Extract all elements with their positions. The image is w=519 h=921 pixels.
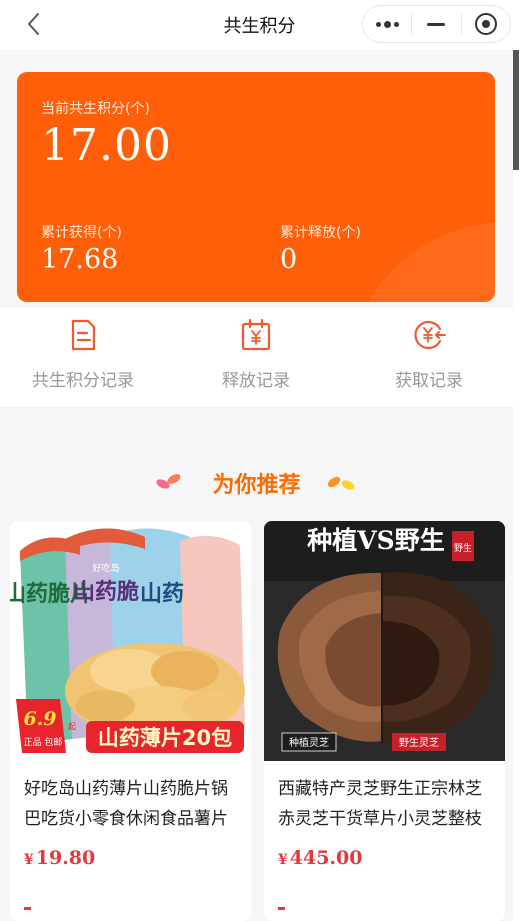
points-record-label: 共生积分记录 — [32, 371, 134, 391]
image-label-right: 野生灵芝 — [399, 736, 439, 749]
product-name: 好吃岛山药薄片山药脆片锅巴吃货小零食休闲食品薯片 — [24, 779, 228, 829]
minus-icon — [427, 22, 446, 26]
badge-sub: 正品 包邮 — [24, 736, 63, 748]
document-icon — [71, 319, 96, 351]
earned-points-value: 17.68 — [41, 244, 119, 275]
image-headline: 种植VS野生 — [307, 526, 444, 555]
points-card: 当前共生积分(个) 17.00 累计获得(个) 17.68 累计释放(个) 0 — [17, 72, 495, 302]
price-underline — [278, 907, 285, 910]
bag-text: 山药脆 — [73, 579, 139, 605]
product-card[interactable]: 山药脆片 山药脆 山药 好吃岛 6.9 起 正品 包邮 山药薄片20包 好吃岛山… — [10, 521, 251, 921]
top-nav-bar: 共生积分 — [0, 0, 519, 50]
badge-price: 6.9 — [23, 708, 56, 730]
yen-coin-arrow-icon — [414, 320, 446, 350]
points-record-shortcut[interactable]: 共生积分记录 — [0, 318, 168, 391]
card-decoration — [347, 222, 495, 302]
recommend-header: 为你推荐 — [0, 455, 513, 507]
price-underline — [24, 907, 31, 910]
minimize-button[interactable] — [412, 6, 460, 42]
product-image-lingzhi: 种植VS野生 野生 种植灵芝 野生灵芝 — [264, 521, 505, 761]
price-value: 19.80 — [35, 847, 96, 869]
badge-unit: 起 — [68, 722, 76, 731]
mini-program-capsule — [362, 5, 511, 43]
more-dots-icon — [375, 20, 399, 28]
recommend-title: 为你推荐 — [212, 473, 301, 498]
currency-symbol: ¥ — [24, 852, 34, 868]
adjacent-page-edge — [513, 50, 519, 921]
earn-record-shortcut[interactable]: 获取记录 — [344, 318, 514, 391]
product-image-yam-chips: 山药脆片 山药脆 山药 好吃岛 6.9 起 正品 包邮 山药薄片20包 — [10, 521, 251, 761]
earn-record-label: 获取记录 — [395, 371, 463, 391]
banner-text: 山药薄片20包 — [98, 726, 232, 750]
product-card[interactable]: 种植VS野生 野生 种植灵芝 野生灵芝 西藏特产灵芝野生正宗林芝赤灵芝干货草片小… — [264, 521, 505, 921]
current-points-label: 当前共生积分(个) — [41, 101, 150, 117]
corner-tag: 野生 — [454, 542, 472, 554]
currency-symbol: ¥ — [278, 852, 288, 868]
released-points-value: 0 — [280, 244, 298, 275]
current-points-value: 17.00 — [41, 120, 172, 171]
target-icon — [474, 13, 497, 35]
bag-text: 山药 — [140, 582, 184, 607]
earned-points-label: 累计获得(个) — [41, 225, 122, 241]
released-points-label: 累计释放(个) — [280, 225, 361, 241]
release-record-shortcut[interactable]: 释放记录 — [171, 318, 341, 391]
product-price: ¥19.80 — [24, 847, 95, 869]
image-label-left: 种植灵芝 — [289, 736, 329, 749]
product-price: ¥445.00 — [278, 847, 362, 869]
brand-text: 好吃岛 — [92, 562, 119, 574]
calendar-yen-icon — [241, 318, 271, 351]
shortcut-row: 共生积分记录 释放记录 获取记录 — [0, 308, 513, 408]
price-value: 445.00 — [289, 847, 363, 869]
product-name: 西藏特产灵芝野生正宗林芝赤灵芝干货草片小灵芝整枝 — [278, 779, 482, 829]
release-record-label: 释放记录 — [222, 371, 290, 391]
close-button[interactable] — [462, 6, 510, 42]
more-button[interactable] — [363, 6, 411, 42]
